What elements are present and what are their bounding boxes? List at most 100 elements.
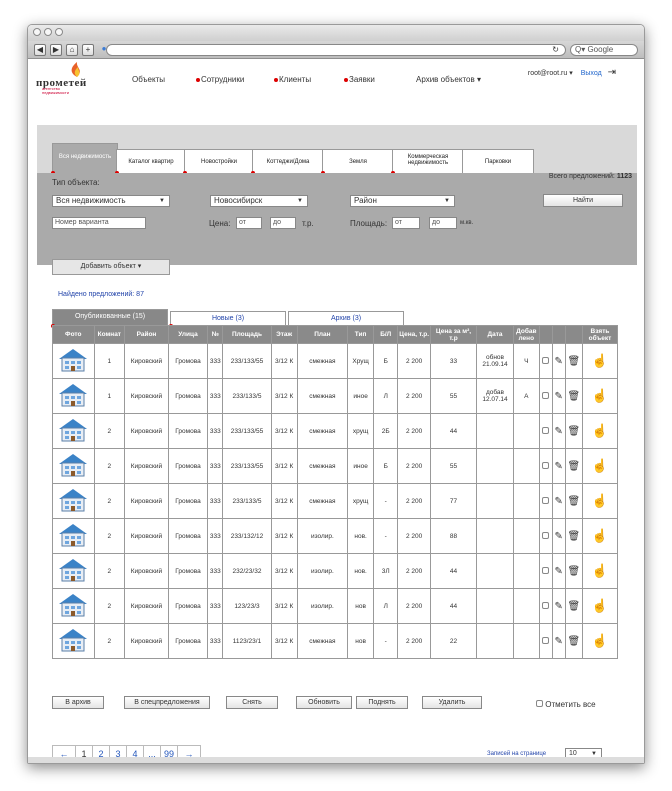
- row-checkbox[interactable]: [542, 461, 550, 469]
- nav-requests[interactable]: Заявки: [344, 75, 375, 84]
- house-icon[interactable]: [57, 452, 89, 480]
- price-to-input[interactable]: до: [270, 217, 296, 229]
- logo[interactable]: прометей агентство недвижимости: [32, 62, 112, 95]
- pencil-icon[interactable]: ✎: [551, 483, 566, 519]
- action-button[interactable]: В спецпредложения: [124, 696, 210, 709]
- trash-icon[interactable]: 🗑: [564, 623, 583, 659]
- price-from-input[interactable]: от: [236, 217, 262, 229]
- photo-cell[interactable]: [52, 483, 95, 519]
- column-header[interactable]: Район: [124, 325, 169, 344]
- tab-new-buildings[interactable]: Новостройки: [183, 149, 254, 175]
- tab-land[interactable]: Земля: [321, 149, 394, 175]
- trash-icon[interactable]: 🗑: [564, 378, 583, 414]
- add-tab-icon[interactable]: +: [82, 43, 94, 56]
- column-header[interactable]: Дата: [475, 325, 515, 344]
- row-checkbox[interactable]: [542, 356, 550, 364]
- tab-houses[interactable]: Коттеджи/Дома: [251, 149, 324, 175]
- trash-icon[interactable]: 🗑: [564, 483, 583, 519]
- row-checkbox[interactable]: [542, 531, 550, 539]
- photo-cell[interactable]: [52, 518, 95, 554]
- area-to-input[interactable]: до: [429, 217, 457, 229]
- photo-cell[interactable]: [52, 448, 95, 484]
- nav-objects[interactable]: Объекты: [132, 75, 165, 84]
- tab-new[interactable]: Новые (3): [169, 311, 286, 328]
- hand-pointer-icon[interactable]: ☝: [581, 588, 619, 624]
- pencil-icon[interactable]: ✎: [551, 553, 566, 589]
- hand-pointer-icon[interactable]: ☝: [581, 553, 619, 589]
- nav-clients[interactable]: Клиенты: [274, 75, 311, 84]
- tab-apartments[interactable]: Каталог квартир: [115, 149, 186, 175]
- hand-pointer-icon[interactable]: ☝: [581, 343, 619, 379]
- house-icon[interactable]: [57, 522, 89, 550]
- hand-pointer-icon[interactable]: ☝: [581, 518, 619, 554]
- action-button[interactable]: Обновить: [296, 696, 352, 709]
- hand-pointer-icon[interactable]: ☝: [581, 378, 619, 414]
- exit-icon[interactable]: ⇥: [608, 67, 616, 78]
- house-icon[interactable]: [57, 487, 89, 515]
- photo-cell[interactable]: [52, 623, 95, 659]
- area-from-input[interactable]: от: [392, 217, 420, 229]
- photo-cell[interactable]: [52, 553, 95, 589]
- action-button[interactable]: Удалить: [422, 696, 482, 709]
- district-select[interactable]: Район ▼: [350, 195, 455, 207]
- user-email[interactable]: root@root.ru: [528, 70, 567, 77]
- photo-cell[interactable]: [52, 343, 95, 379]
- nav-employees[interactable]: Сотрудники: [196, 75, 244, 84]
- hand-pointer-icon[interactable]: ☝: [581, 483, 619, 519]
- minimize-window-button[interactable]: [44, 28, 52, 36]
- photo-cell[interactable]: [52, 588, 95, 624]
- row-checkbox[interactable]: [542, 636, 550, 644]
- trash-icon[interactable]: 🗑: [564, 553, 583, 589]
- reload-icon[interactable]: ↻: [552, 45, 559, 54]
- variant-number-input[interactable]: Номер варианта: [52, 217, 146, 229]
- row-checkbox[interactable]: [542, 426, 550, 434]
- house-icon[interactable]: [57, 592, 89, 620]
- nav-archive[interactable]: Архив объектов ▾: [416, 75, 481, 84]
- house-icon[interactable]: [57, 347, 89, 375]
- forward-icon[interactable]: ▶: [50, 43, 62, 56]
- house-icon[interactable]: [57, 627, 89, 655]
- tab-archive[interactable]: Архив (3): [288, 311, 404, 325]
- trash-icon[interactable]: 🗑: [564, 448, 583, 484]
- trash-icon[interactable]: 🗑: [564, 343, 583, 379]
- pencil-icon[interactable]: ✎: [551, 518, 566, 554]
- add-object-button[interactable]: Добавить объект ▾: [52, 259, 170, 275]
- row-checkbox[interactable]: [542, 566, 550, 574]
- action-button[interactable]: Поднять: [356, 696, 408, 709]
- photo-cell[interactable]: [52, 378, 95, 414]
- row-checkbox[interactable]: [542, 496, 550, 504]
- tab-all[interactable]: Вся недвижимость: [51, 143, 118, 175]
- row-checkbox[interactable]: [542, 601, 550, 609]
- house-icon[interactable]: [57, 382, 89, 410]
- find-button[interactable]: Найти: [543, 194, 623, 207]
- zoom-window-button[interactable]: [55, 28, 63, 36]
- browser-search-input[interactable]: Q▾ Google: [570, 44, 638, 56]
- type-select[interactable]: Вся недвижимость ▼: [52, 195, 170, 207]
- house-icon[interactable]: [57, 417, 89, 445]
- mark-all[interactable]: Отметить все: [536, 700, 596, 709]
- logout-link[interactable]: Выход: [581, 70, 602, 77]
- tab-commercial[interactable]: Коммерческая недвижимость: [391, 149, 464, 175]
- pencil-icon[interactable]: ✎: [551, 378, 566, 414]
- action-button[interactable]: В архив: [52, 696, 104, 709]
- house-icon[interactable]: [57, 557, 89, 585]
- tab-published[interactable]: Опубликованные (15): [51, 309, 168, 328]
- photo-cell[interactable]: [52, 413, 95, 449]
- hand-pointer-icon[interactable]: ☝: [581, 623, 619, 659]
- tab-parking[interactable]: Парковки: [462, 149, 534, 173]
- address-bar[interactable]: ↻: [106, 44, 566, 56]
- row-checkbox[interactable]: [542, 391, 550, 399]
- pencil-icon[interactable]: ✎: [551, 448, 566, 484]
- pencil-icon[interactable]: ✎: [551, 413, 566, 449]
- hand-pointer-icon[interactable]: ☝: [581, 448, 619, 484]
- close-window-button[interactable]: [33, 28, 41, 36]
- city-select[interactable]: Новосибирск ▼: [210, 195, 308, 207]
- back-icon[interactable]: ◀: [34, 43, 46, 56]
- pencil-icon[interactable]: ✎: [551, 623, 566, 659]
- pencil-icon[interactable]: ✎: [551, 588, 566, 624]
- mark-all-checkbox[interactable]: [536, 700, 543, 707]
- trash-icon[interactable]: 🗑: [564, 588, 583, 624]
- home-icon[interactable]: ⌂: [66, 43, 78, 56]
- trash-icon[interactable]: 🗑: [564, 518, 583, 554]
- pencil-icon[interactable]: ✎: [551, 343, 566, 379]
